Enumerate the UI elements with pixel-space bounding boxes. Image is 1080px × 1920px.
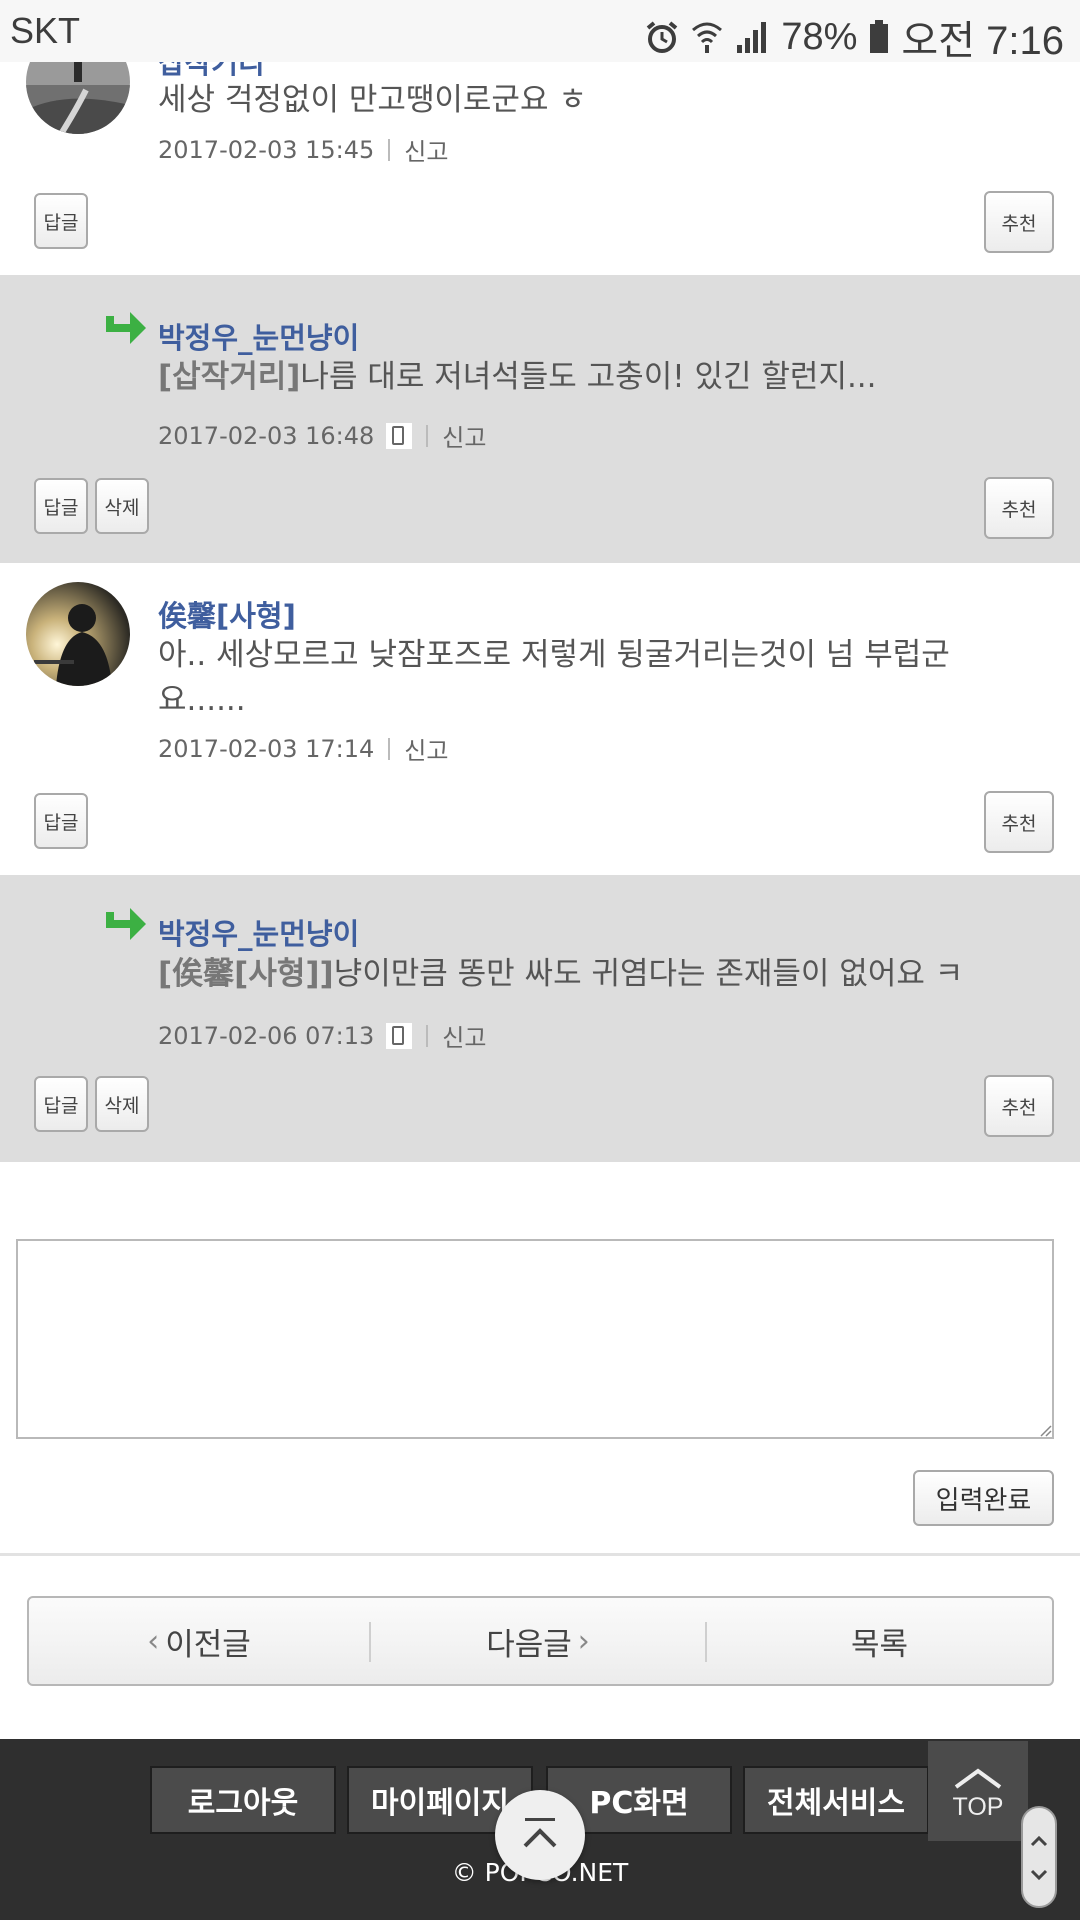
comment-text: [俟馨[사형]]냥이만큼 똥만 싸도 귀염다는 존재들이 없어요 ㅋ xyxy=(158,952,1058,997)
comment-item: 俟馨[사형] 아.. 세상모르고 낮잠포즈로 저렇게 뒹굴거리는것이 넘 부럽군… xyxy=(0,563,1080,875)
comment-date: 2017-02-03 15:45 xyxy=(158,135,375,164)
comment-meta: 2017-02-06 07:13 신고 xyxy=(158,1018,486,1053)
next-post-button[interactable]: 다음글 › xyxy=(371,1598,705,1684)
comment-meta: 2017-02-03 15:45 신고 xyxy=(158,132,448,167)
comment-reply-item: 박정우_눈먼냥이 [俟馨[사형]]냥이만큼 똥만 싸도 귀염다는 존재들이 없어… xyxy=(0,875,1080,1162)
reply-button[interactable]: 답글 xyxy=(34,793,88,849)
comment-text: 아.. 세상모르고 낮잠포즈로 저렇게 뒹굴거리는것이 넘 부럽군요...... xyxy=(158,637,950,718)
comment-author[interactable]: 박정우_눈먼냥이 xyxy=(158,911,359,953)
divider xyxy=(388,138,391,161)
next-post-label: 다음글 xyxy=(486,1626,572,1663)
comment-date: 2017-02-03 17:14 xyxy=(158,734,375,763)
all-services-button[interactable]: 전체서비스 xyxy=(743,1766,929,1834)
prev-post-button[interactable]: ‹ 이전글 xyxy=(29,1598,369,1684)
delete-button[interactable]: 삭제 xyxy=(95,478,149,534)
mobile-device-icon xyxy=(386,1022,413,1049)
comment-author[interactable]: 박정우_눈먼냥이 xyxy=(158,315,359,357)
quoted-author: [俟馨[사형]] xyxy=(158,956,334,992)
comment-body: 냥이만큼 똥만 싸도 귀염다는 존재들이 없어요 ㅋ xyxy=(333,956,964,992)
battery-icon xyxy=(870,20,889,53)
reply-arrow-icon xyxy=(106,908,146,940)
delete-button[interactable]: 삭제 xyxy=(95,1076,149,1132)
signal-icon xyxy=(737,22,767,53)
top-button[interactable]: TOP xyxy=(928,1741,1028,1841)
comment-text: 세상 걱정없이 만고땡이로군요 ㅎ xyxy=(158,82,587,118)
chevron-up-icon xyxy=(954,1768,1002,1789)
avatar[interactable] xyxy=(26,582,130,686)
comment-textarea[interactable] xyxy=(16,1239,1054,1439)
comment-date: 2017-02-03 16:48 xyxy=(158,421,375,450)
battery-percent: 78% xyxy=(781,15,858,58)
quoted-author: [삽작거리] xyxy=(158,359,301,395)
comment-author[interactable]: 俟馨[사형] xyxy=(158,593,296,635)
comment-reply-item: 박정우_눈먼냥이 [삽작거리]나름 대로 저녀석들도 고충이! 있긴 할런지..… xyxy=(0,275,1080,563)
mobile-device-icon xyxy=(386,422,413,449)
resize-handle-icon[interactable] xyxy=(1038,1423,1052,1437)
comment-date: 2017-02-06 07:13 xyxy=(158,1021,375,1050)
clock: 오전 7:16 xyxy=(901,19,1064,63)
comment-meta: 2017-02-03 16:48 신고 xyxy=(158,418,486,453)
reply-button[interactable]: 답글 xyxy=(34,193,88,249)
reply-button[interactable]: 답글 xyxy=(34,1076,88,1132)
wifi-icon xyxy=(692,22,723,53)
submit-comment-button[interactable]: 입력완료 xyxy=(913,1470,1054,1526)
report-link[interactable]: 신고 xyxy=(404,132,448,167)
recommend-button[interactable]: 추천 xyxy=(984,191,1054,253)
reply-arrow-icon xyxy=(106,312,146,344)
alarm-icon xyxy=(647,21,678,53)
carrier-label: SKT xyxy=(10,10,81,51)
top-label: TOP xyxy=(952,1793,1004,1821)
prev-post-label: 이전글 xyxy=(165,1626,251,1663)
report-link[interactable]: 신고 xyxy=(404,731,448,766)
divider xyxy=(426,424,429,447)
chevron-left-icon: ‹ xyxy=(147,1623,160,1659)
chevron-right-icon: › xyxy=(577,1623,590,1659)
divider xyxy=(426,1024,429,1047)
page-scroll-control[interactable] xyxy=(1021,1806,1057,1908)
comment-text: [삽작거리]나름 대로 저녀석들도 고충이! 있긴 할런지... xyxy=(158,355,1038,400)
reply-button[interactable]: 답글 xyxy=(34,478,88,534)
list-label: 목록 xyxy=(850,1626,909,1663)
report-link[interactable]: 신고 xyxy=(442,418,486,453)
list-button[interactable]: 목록 xyxy=(707,1598,1052,1684)
chevron-up-icon[interactable] xyxy=(1023,1826,1055,1856)
post-navigation: ‹ 이전글 다음글 › 목록 xyxy=(27,1596,1054,1686)
comment-meta: 2017-02-03 17:14 신고 xyxy=(158,731,448,766)
comment-body: 나름 대로 저녀석들도 고충이! 있긴 할런지... xyxy=(300,359,877,395)
divider xyxy=(388,737,391,760)
logout-button[interactable]: 로그아웃 xyxy=(150,1766,336,1834)
report-link[interactable]: 신고 xyxy=(442,1018,486,1053)
status-bar: SKT 78% 오전 7:16 xyxy=(0,0,1080,63)
recommend-button[interactable]: 추천 xyxy=(984,477,1054,539)
double-chevron-up-icon xyxy=(523,1818,557,1848)
chevron-down-icon[interactable] xyxy=(1023,1860,1055,1890)
scroll-to-top-fab[interactable] xyxy=(495,1790,585,1880)
recommend-button[interactable]: 추천 xyxy=(984,1075,1054,1137)
recommend-button[interactable]: 추천 xyxy=(984,791,1054,853)
section-divider xyxy=(0,1553,1080,1556)
